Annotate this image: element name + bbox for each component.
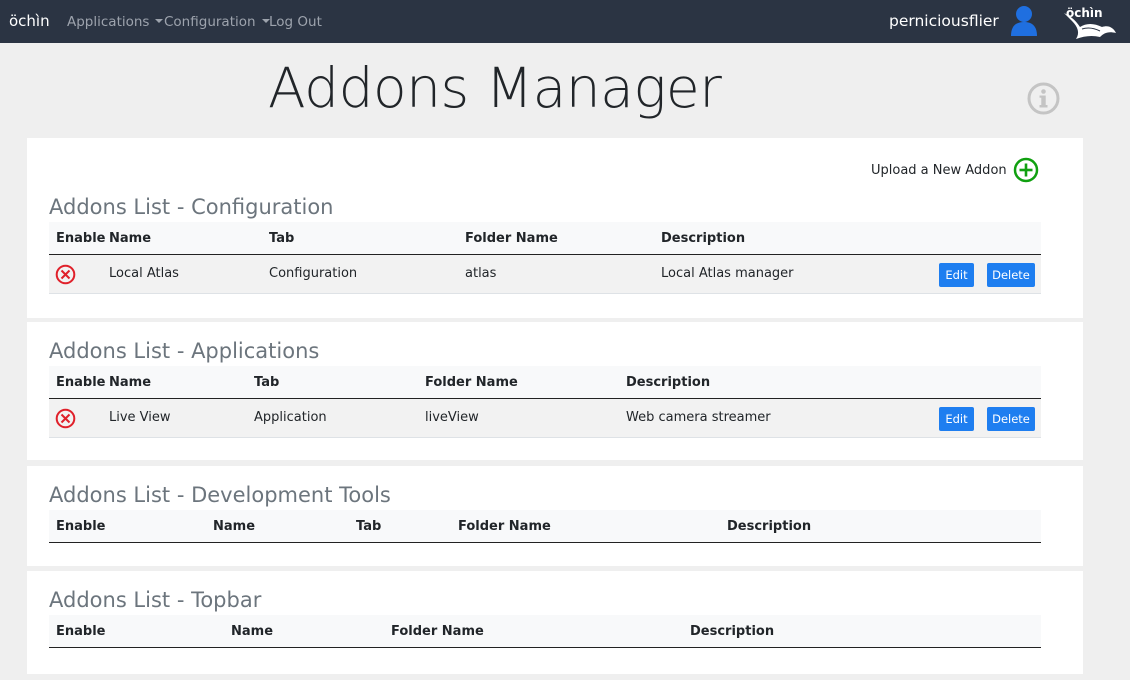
- table-header-configuration: Enable Name Tab Folder Name Description: [49, 222, 1041, 255]
- edit-button[interactable]: Edit: [939, 407, 974, 431]
- top-navbar: öchìn Applications Configuration Log Out…: [0, 0, 1130, 43]
- col-header-description: Description: [690, 624, 775, 639]
- col-header-name: Name: [231, 624, 274, 639]
- nav-configuration-label: Configuration: [164, 14, 256, 30]
- col-header-folder-name: Folder Name: [458, 519, 551, 534]
- cell-name: Local Atlas: [109, 266, 179, 281]
- edit-button[interactable]: Edit: [939, 263, 974, 287]
- col-header-enable: Enable: [56, 519, 106, 534]
- col-header-name: Name: [109, 375, 152, 390]
- cell-description: Local Atlas manager: [661, 266, 794, 281]
- col-header-folder-name: Folder Name: [391, 624, 484, 639]
- delete-button[interactable]: Delete: [987, 407, 1035, 431]
- upload-addon-label[interactable]: Upload a New Addon: [871, 163, 1007, 178]
- section-title-applications: Addons List - Applications: [49, 339, 320, 363]
- section-title-configuration: Addons List - Configuration: [49, 195, 334, 219]
- user-icon[interactable]: [1009, 3, 1039, 41]
- col-header-enable: Enable: [56, 375, 106, 390]
- cell-folder: atlas: [465, 266, 497, 281]
- table-header-applications: Enable Name Tab Folder Name Description: [49, 366, 1041, 399]
- col-header-description: Description: [626, 375, 711, 390]
- delete-button[interactable]: Delete: [987, 263, 1035, 287]
- ochin-logo: öchìn: [1058, 3, 1118, 45]
- nav-applications-dropdown[interactable]: Applications: [67, 14, 164, 30]
- col-header-description: Description: [661, 231, 746, 246]
- section-title-development-tools: Addons List - Development Tools: [49, 483, 391, 507]
- cell-tab: Configuration: [269, 266, 358, 281]
- disabled-x-icon[interactable]: [55, 408, 76, 433]
- col-header-tab: Tab: [269, 231, 295, 246]
- table-header-topbar: Enable Name Folder Name Description: [49, 615, 1041, 648]
- col-header-name: Name: [213, 519, 256, 534]
- col-header-enable: Enable: [56, 231, 106, 246]
- info-icon[interactable]: [1027, 82, 1060, 119]
- cell-folder: liveView: [425, 410, 479, 425]
- table-header-development-tools: Enable Name Tab Folder Name Description: [49, 510, 1041, 543]
- caret-down-icon: [155, 19, 164, 23]
- table-row: Live View Application liveView Web camer…: [49, 399, 1041, 438]
- col-header-tab: Tab: [254, 375, 280, 390]
- col-header-tab: Tab: [356, 519, 382, 534]
- table-row: Local Atlas Configuration atlas Local At…: [49, 255, 1041, 294]
- section-title-topbar: Addons List - Topbar: [49, 588, 262, 612]
- nav-configuration-dropdown[interactable]: Configuration: [164, 14, 270, 30]
- nav-applications-label: Applications: [67, 14, 150, 30]
- plus-circle-icon[interactable]: [1013, 157, 1039, 187]
- disabled-x-icon[interactable]: [55, 264, 76, 289]
- col-header-enable: Enable: [56, 624, 106, 639]
- brand-link[interactable]: öchìn: [9, 12, 50, 30]
- cell-description: Web camera streamer: [626, 410, 771, 425]
- cell-tab: Application: [254, 410, 327, 425]
- page-title: Addons Manager: [268, 56, 722, 120]
- col-header-name: Name: [109, 231, 152, 246]
- cell-name: Live View: [109, 410, 171, 425]
- nav-logout-link[interactable]: Log Out: [269, 14, 322, 30]
- col-header-description: Description: [727, 519, 812, 534]
- col-header-folder-name: Folder Name: [465, 231, 558, 246]
- logo-text: öchìn: [1066, 6, 1103, 20]
- username-label[interactable]: perniciousflier: [889, 12, 999, 30]
- col-header-folder-name: Folder Name: [425, 375, 518, 390]
